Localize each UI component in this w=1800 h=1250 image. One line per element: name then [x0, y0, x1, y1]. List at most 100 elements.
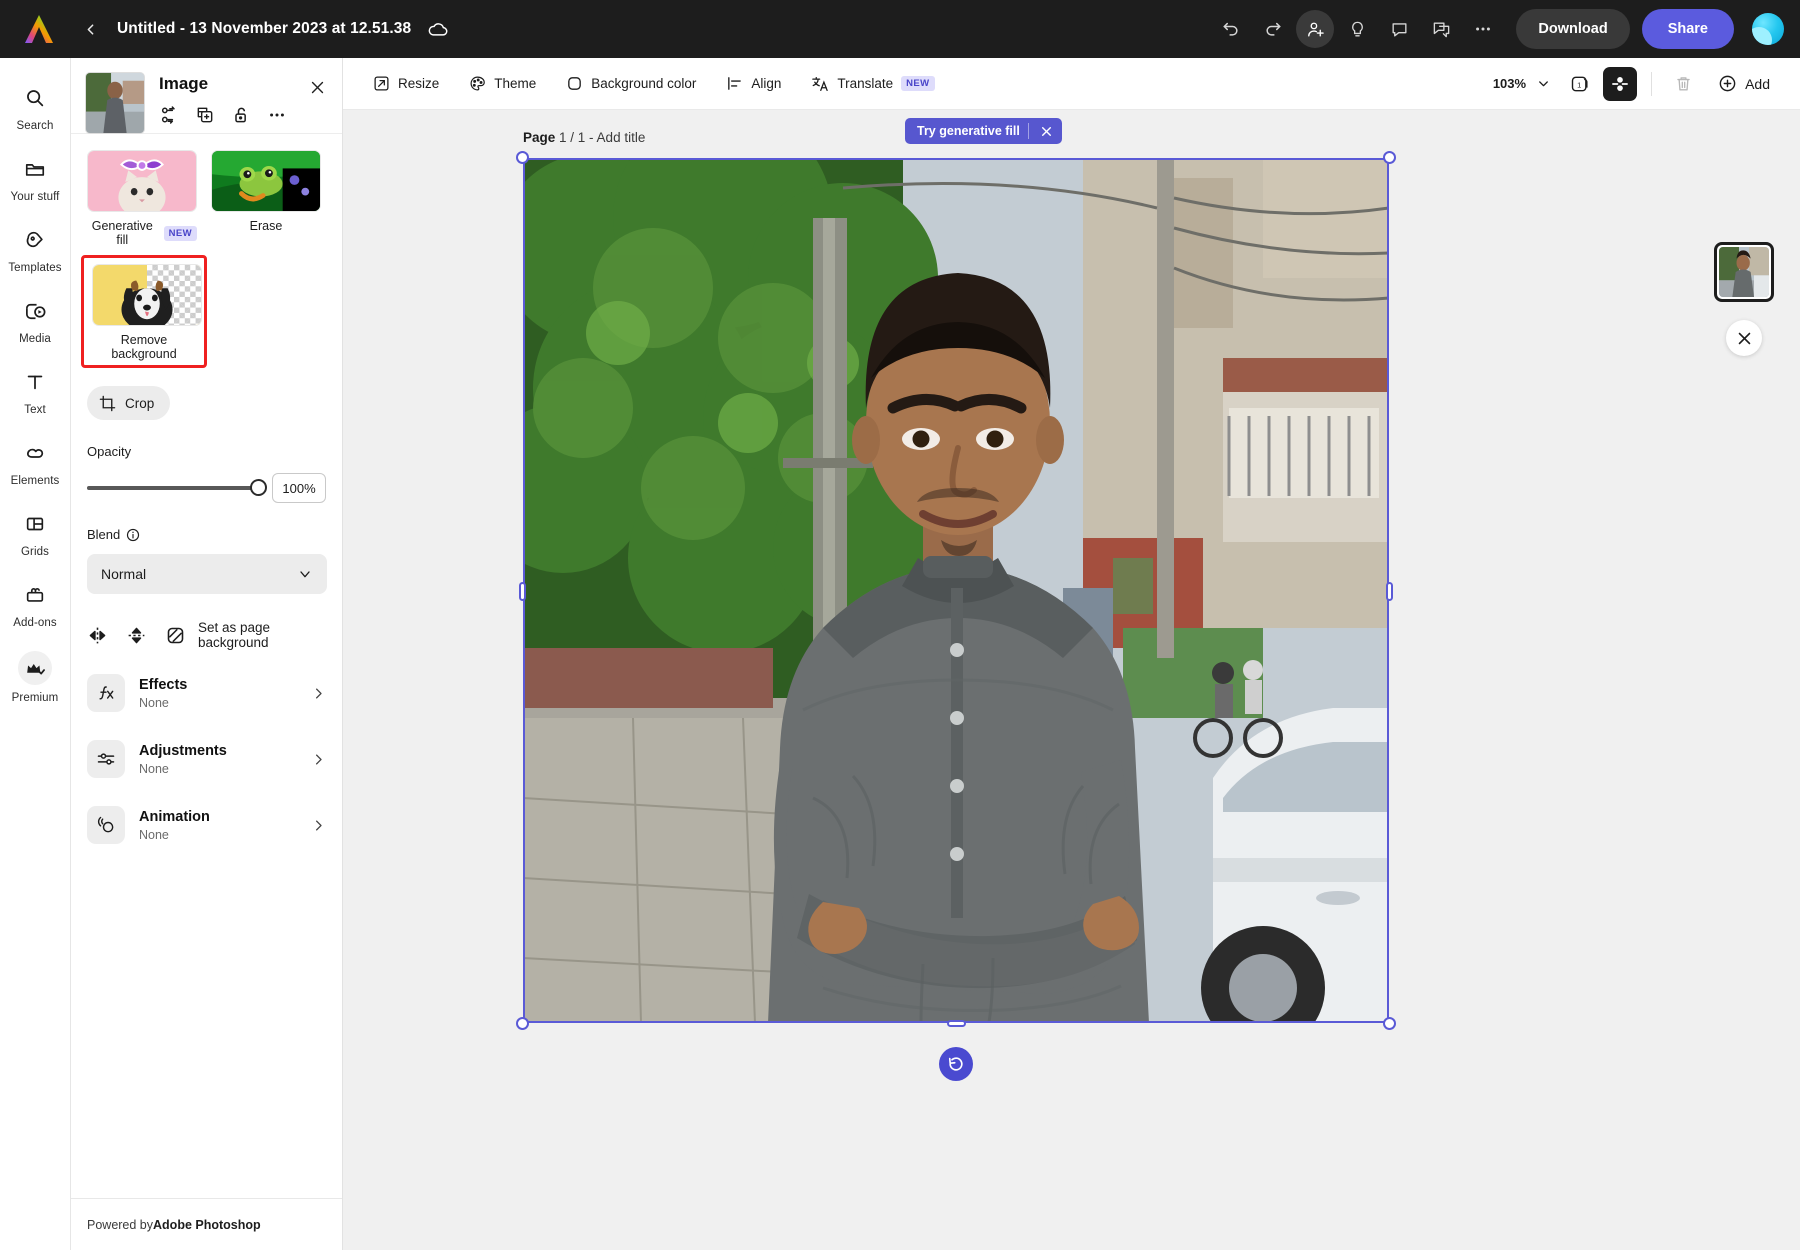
section-text: Animation None — [139, 808, 311, 842]
resize-handle-bottom-left[interactable] — [516, 1017, 529, 1030]
translate-button[interactable]: Translate NEW — [799, 66, 946, 102]
folder-icon — [15, 154, 55, 184]
comment-icon[interactable] — [1380, 10, 1418, 48]
selected-image-thumbnail[interactable] — [85, 72, 145, 134]
sidebar-item-media[interactable]: Media — [3, 287, 67, 352]
sidebar-item-templates[interactable]: Templates — [3, 216, 67, 281]
trash-icon[interactable] — [1666, 67, 1700, 101]
resize-handle-bottom-right[interactable] — [1383, 1017, 1396, 1030]
pill-divider — [1028, 123, 1029, 139]
cat-with-bow-thumbnail — [87, 150, 197, 212]
chevron-down-icon — [1536, 76, 1551, 91]
resize-button[interactable]: Resize — [361, 66, 451, 102]
more-options-icon[interactable] — [267, 105, 287, 125]
animation-icon — [87, 806, 125, 844]
section-text: Effects None — [139, 676, 311, 710]
set-as-background-icon[interactable] — [165, 625, 186, 646]
transform-row: Set as page background — [87, 620, 326, 650]
tool-card-generative-fill[interactable]: Generative fill NEW — [87, 150, 197, 247]
cloud-saved-icon[interactable] — [427, 20, 449, 38]
blend-mode-select[interactable]: Normal — [87, 554, 327, 594]
artboard[interactable] — [523, 158, 1389, 1023]
layers-icon[interactable] — [1603, 67, 1637, 101]
green-frog-thumbnail — [211, 150, 321, 212]
share-button[interactable]: Share — [1642, 9, 1734, 49]
back-button[interactable] — [82, 21, 99, 38]
chevron-right-icon — [311, 752, 326, 767]
svg-text:1: 1 — [1577, 80, 1581, 89]
templates-icon — [15, 225, 55, 255]
invite-person-icon[interactable] — [1296, 10, 1334, 48]
more-options-icon[interactable] — [1464, 10, 1502, 48]
resize-handle-bottom-middle[interactable] — [947, 1020, 966, 1027]
panel-body: Generative fill NEW — [71, 134, 342, 1198]
add-button[interactable]: Add — [1706, 67, 1782, 101]
sidebar-item-add-ons[interactable]: Add-ons — [3, 571, 67, 636]
duplicate-comment-icon[interactable] — [1422, 10, 1460, 48]
resize-handle-top-right[interactable] — [1383, 151, 1396, 164]
section-title: Animation — [139, 809, 210, 825]
flip-horizontal-icon[interactable] — [87, 625, 108, 646]
artboard-wrapper[interactable] — [523, 158, 1389, 1023]
generative-fill-label: Try generative fill — [917, 124, 1020, 138]
artwork-image — [523, 158, 1389, 1023]
pages-icon[interactable]: 1 — [1563, 67, 1597, 101]
tool-card-remove-background[interactable]: Remove background — [81, 255, 207, 368]
resize-handle-middle-right[interactable] — [1386, 582, 1393, 601]
sidebar-item-text[interactable]: Text — [3, 358, 67, 423]
sidebar-item-label: Text — [24, 404, 46, 416]
translate-label: Translate — [837, 76, 893, 91]
sidebar-item-label: Grids — [21, 546, 49, 558]
redo-icon[interactable] — [1254, 10, 1292, 48]
crop-button[interactable]: Crop — [87, 386, 170, 420]
canvas-area[interactable]: Page 1 / 1 - Add title Try generative fi… — [343, 110, 1800, 1250]
download-button[interactable]: Download — [1516, 9, 1629, 49]
sidebar-item-search[interactable]: Search — [3, 74, 67, 139]
section-value: None — [139, 696, 311, 710]
adobe-express-logo[interactable] — [18, 10, 60, 48]
flip-vertical-icon[interactable] — [126, 625, 147, 646]
canvas-toolbar-right: 103% 1 Add — [1487, 67, 1800, 101]
replace-image-icon[interactable] — [159, 105, 179, 125]
sidebar-item-your-stuff[interactable]: Your stuff — [3, 145, 67, 210]
close-icon[interactable] — [1037, 125, 1056, 138]
info-icon[interactable] — [126, 528, 140, 542]
rotate-reset-icon[interactable] — [939, 1047, 973, 1081]
panel-header-actions — [159, 105, 326, 125]
background-color-button[interactable]: Background color — [554, 66, 708, 102]
background-color-icon — [566, 75, 583, 92]
page-label[interactable]: Page 1 / 1 - Add title — [523, 130, 645, 145]
close-layers-button[interactable] — [1726, 320, 1762, 356]
section-adjustments[interactable]: Adjustments None — [87, 736, 326, 782]
addons-icon — [15, 580, 55, 610]
duplicate-icon[interactable] — [195, 105, 215, 125]
avatar[interactable] — [1752, 13, 1784, 45]
crop-icon — [99, 395, 116, 412]
tool-card-erase[interactable]: Erase — [211, 150, 321, 247]
resize-label: Resize — [398, 76, 439, 91]
sidebar-item-premium[interactable]: Premium — [3, 642, 67, 711]
close-panel-button[interactable] — [304, 74, 330, 100]
try-generative-fill-pill[interactable]: Try generative fill — [905, 118, 1062, 144]
lightbulb-icon[interactable] — [1338, 10, 1376, 48]
sidebar-item-grids[interactable]: Grids — [3, 500, 67, 565]
set-as-page-background-button[interactable]: Set as page background — [198, 620, 326, 650]
section-animation[interactable]: Animation None — [87, 802, 326, 848]
layer-thumbnail[interactable] — [1714, 242, 1774, 302]
sidebar-item-label: Premium — [12, 692, 59, 704]
unlock-icon[interactable] — [231, 105, 251, 125]
tool-card-label: Remove background — [92, 333, 196, 361]
chevron-right-icon — [311, 818, 326, 833]
resize-handle-middle-left[interactable] — [519, 582, 526, 601]
opacity-slider-knob[interactable] — [250, 479, 267, 496]
sidebar-item-elements[interactable]: Elements — [3, 429, 67, 494]
undo-icon[interactable] — [1212, 10, 1250, 48]
resize-handle-top-left[interactable] — [516, 151, 529, 164]
section-effects[interactable]: Effects None — [87, 670, 326, 716]
opacity-slider[interactable] — [87, 486, 258, 490]
document-title[interactable]: Untitled - 13 November 2023 at 12.51.38 — [117, 20, 411, 38]
opacity-input[interactable]: 100% — [272, 473, 326, 503]
zoom-control[interactable]: 103% — [1487, 76, 1557, 91]
theme-button[interactable]: Theme — [457, 66, 548, 102]
align-button[interactable]: Align — [714, 66, 793, 102]
